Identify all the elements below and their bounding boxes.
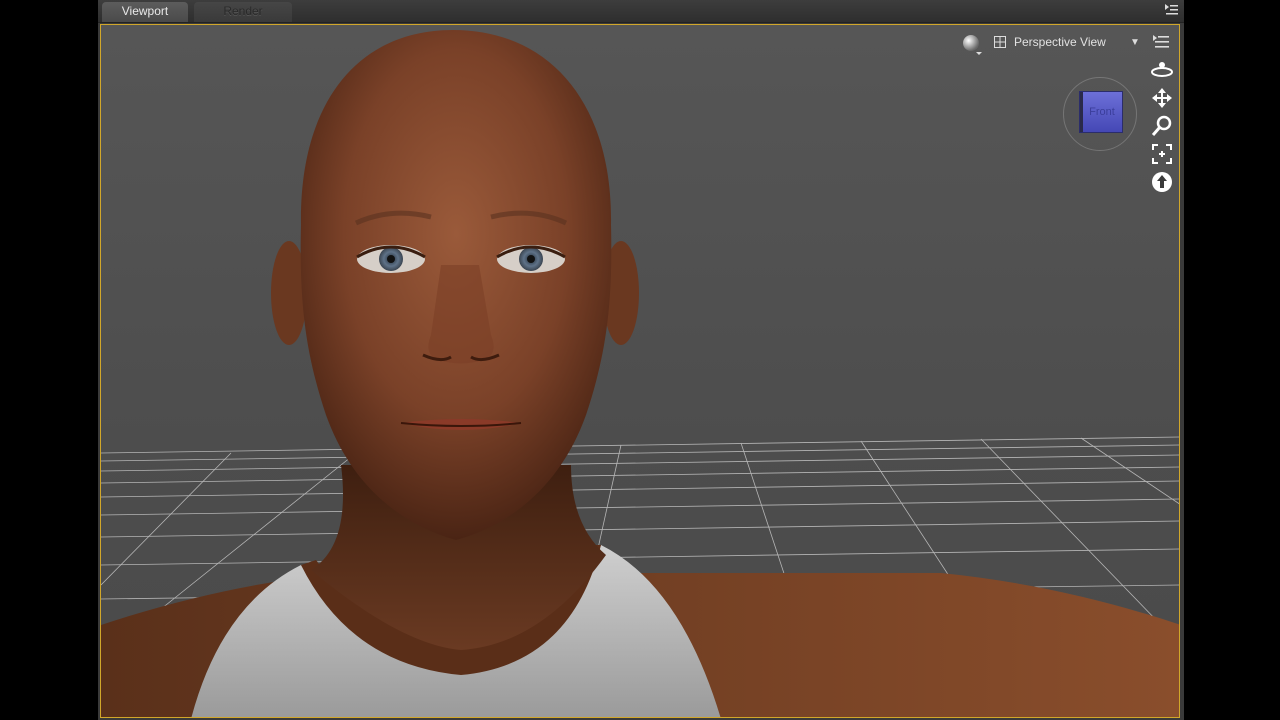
zoom-icon[interactable] [1150,115,1174,137]
draw-style-icon[interactable] [961,33,983,55]
tab-render-library[interactable]: Render Library [194,2,292,37]
camera-label: Perspective View [1014,35,1106,49]
3d-viewport[interactable]: Perspective View ▼ Front [100,24,1180,718]
frame-icon[interactable] [1150,143,1174,165]
pan-icon[interactable] [1150,87,1174,109]
viewport-panel: Viewport Render Library [98,0,1184,720]
view-cube[interactable]: Front [1079,91,1123,133]
tab-viewport[interactable]: Viewport [102,2,188,22]
panel-menu-icon[interactable] [1164,3,1178,17]
view-cube-label: Front [1089,106,1115,118]
camera-select[interactable]: Perspective View ▼ [994,33,1144,53]
orbit-icon[interactable] [1150,59,1174,81]
chevron-down-icon: ▼ [1130,37,1140,48]
scene-render [101,30,1179,717]
view-layout-icon [994,36,1006,48]
reset-view-icon[interactable] [1150,171,1174,193]
viewport-options-icon[interactable] [1153,35,1169,49]
tab-bar: Viewport Render Library [98,0,1184,37]
